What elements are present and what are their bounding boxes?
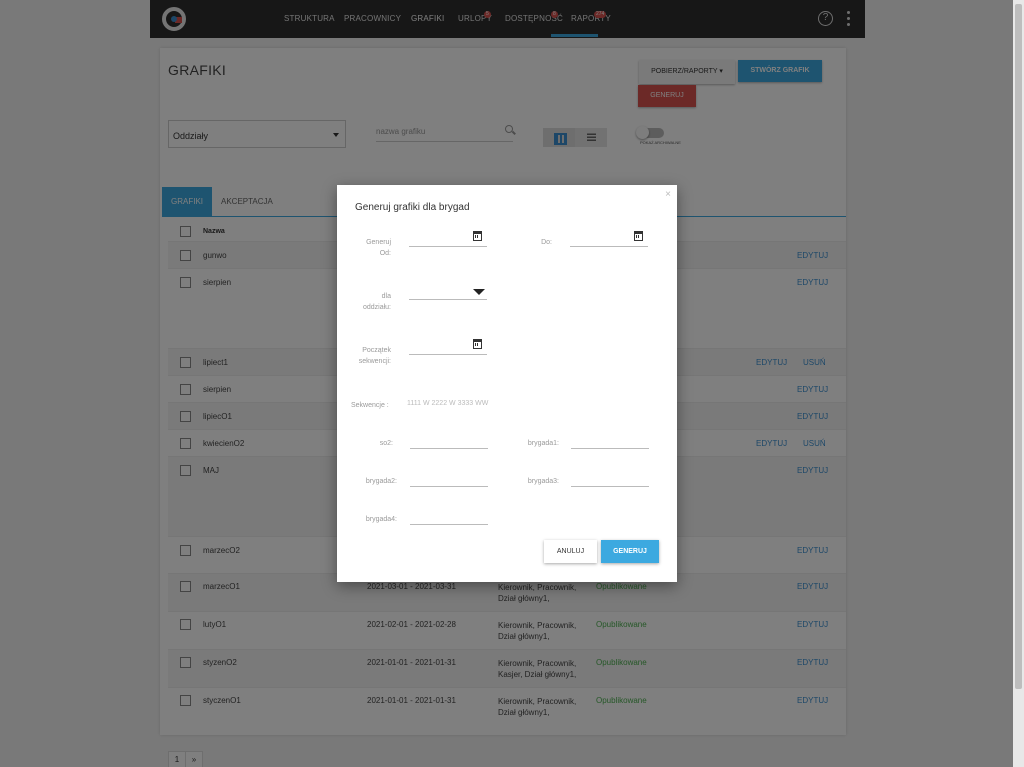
department-dropdown[interactable] (409, 282, 487, 300)
calendar-icon[interactable] (473, 339, 482, 349)
sequence-start-label: Początek sekwencji: (358, 347, 391, 365)
chevron-down-icon (473, 289, 485, 295)
brigade3-label: brygada3: (527, 478, 559, 485)
sequences-input[interactable]: 1111 W 2222 W 3333 WW (407, 400, 488, 407)
so2-input[interactable] (410, 431, 488, 449)
department-label: dla oddziału: (362, 293, 391, 311)
generate-submit-button[interactable]: GENERUJ (601, 540, 659, 563)
brigade2-label: brygada2: (365, 478, 397, 485)
brigade3-input[interactable] (571, 469, 649, 487)
scrollbar-thumb[interactable] (1015, 4, 1022, 689)
page-scrollbar[interactable] (1013, 0, 1024, 767)
generate-from-label: Generuj Od: (366, 239, 391, 257)
to-date-input[interactable] (570, 229, 648, 247)
calendar-icon[interactable] (473, 231, 482, 241)
brigade2-input[interactable] (410, 469, 488, 487)
brigade4-label: brygada4: (365, 516, 397, 523)
sequence-start-input[interactable] (409, 337, 487, 355)
brigade1-label: brygada1: (527, 440, 559, 447)
brigade1-input[interactable] (571, 431, 649, 449)
calendar-icon[interactable] (634, 231, 643, 241)
generate-brigades-modal: × Generuj grafiki dla brygad Generuj Od:… (337, 185, 677, 582)
generate-from-input[interactable] (409, 229, 487, 247)
modal-title: Generuj grafiki dla brygad (355, 202, 470, 213)
close-icon[interactable]: × (665, 189, 671, 200)
so2-label: so2: (379, 440, 393, 447)
brigade4-input[interactable] (410, 507, 488, 525)
to-label: Do: (541, 239, 552, 246)
cancel-button[interactable]: ANULUJ (544, 540, 597, 563)
sequences-label: Sekwencje : (351, 402, 389, 409)
